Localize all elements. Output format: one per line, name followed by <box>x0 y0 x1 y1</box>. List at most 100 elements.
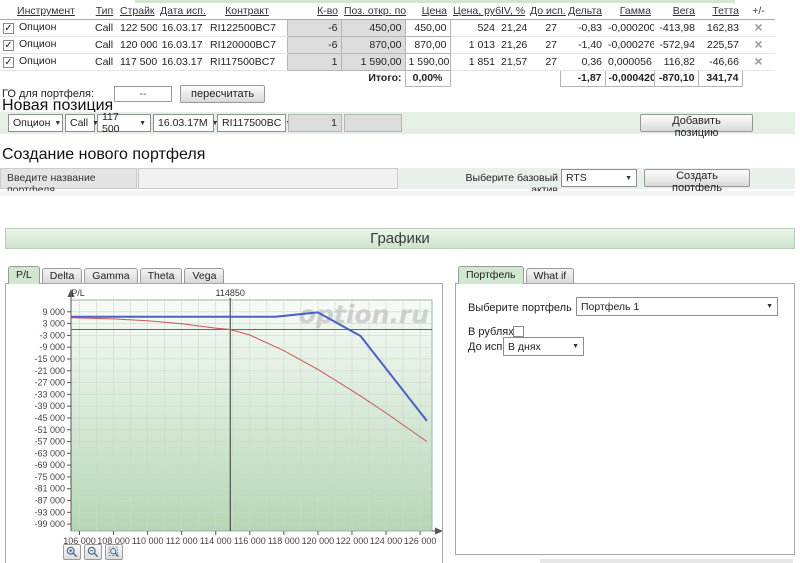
tab-what-if[interactable]: What if <box>525 268 575 284</box>
options-portfolio-page: Инструмент Тип Страйк Дата исп. Контракт К-во… <box>0 0 800 563</box>
cell-type: Call <box>92 19 117 37</box>
cell-theta: -46,66 <box>698 53 742 71</box>
svg-text:-21 000: -21 000 <box>34 366 65 376</box>
chart-panel: 9 000 3 000 -3 000 -9 000 -15 000 -21 000 -27 … <box>5 283 443 563</box>
column-header-1[interactable]: Инструмент <box>0 4 92 20</box>
svg-text:110 000: 110 000 <box>132 536 164 546</box>
cell-open_pos[interactable]: 870,00 <box>340 35 406 54</box>
portfolio-select[interactable]: Портфель 1 ▼ <box>576 297 778 316</box>
column-header-12[interactable]: Дельта <box>560 4 605 20</box>
column-header-16[interactable]: +/- <box>742 4 775 20</box>
svg-text:126 000: 126 000 <box>404 536 437 546</box>
divider-strip <box>0 191 795 196</box>
delete-position-button[interactable]: × <box>754 53 762 69</box>
cell-type: Call <box>92 53 117 71</box>
portfolio-name-label: Введите название портфеля <box>0 168 137 196</box>
column-header-2[interactable]: Тип <box>92 4 117 20</box>
create-portfolio-row: Введите название портфеля Выберите базов… <box>0 168 795 196</box>
option-type-select[interactable]: Call ▼ <box>65 114 99 132</box>
row-checkbox[interactable]: ✓ <box>3 23 14 34</box>
quantity-field[interactable]: 1 <box>288 114 342 132</box>
delete-position-button[interactable]: × <box>754 36 762 52</box>
column-header-14[interactable]: Вега <box>654 4 698 20</box>
portfolio-name-input[interactable] <box>138 168 398 189</box>
top-green-strip <box>135 0 735 3</box>
zoom-out-icon <box>87 546 99 558</box>
column-header-11[interactable]: До исп. <box>527 4 566 20</box>
create-portfolio-button[interactable]: Создать портфель <box>644 169 750 194</box>
pl-chart: 9 000 3 000-3 000 -9 000 -15 000 -21 000 -27 … <box>34 288 442 546</box>
instrument-select[interactable]: Опцион ▼ <box>8 114 63 132</box>
cell-price[interactable]: 450,00 <box>404 18 451 37</box>
days-select[interactable]: В днях ▼ <box>503 337 584 356</box>
cell-gamma: -0,000276 <box>605 36 654 54</box>
cell-qty[interactable]: -6 <box>286 35 342 54</box>
svg-text:-69 000: -69 000 <box>34 460 65 470</box>
column-header-6[interactable]: К-во <box>287 4 341 20</box>
zoom-selection-icon <box>108 546 119 557</box>
delete-position-button[interactable]: × <box>754 19 762 35</box>
cell-strike: 120 000 <box>117 36 157 54</box>
svg-text:-81 000: -81 000 <box>34 484 65 494</box>
cell-price_rub: 524 <box>450 19 498 37</box>
empty-field[interactable] <box>344 114 402 132</box>
zoom-in-icon <box>66 546 78 558</box>
table-row: ✓ Опцион Call 117 500 16.03.17 RI117500BC7 1 1 … <box>0 52 775 71</box>
cell-type: Call <box>92 36 117 54</box>
go-input[interactable] <box>114 86 173 102</box>
tab-gamma[interactable]: Gamma <box>84 268 138 284</box>
svg-text:-63 000: -63 000 <box>34 448 65 458</box>
chart-zoom-toolbar <box>63 544 123 560</box>
tab-theta[interactable]: Theta <box>139 268 183 284</box>
cell-qty[interactable]: 1 <box>286 52 342 71</box>
row-checkbox[interactable]: ✓ <box>3 40 14 51</box>
cell-open_pos[interactable]: 450,00 <box>340 18 406 37</box>
chevron-down-icon: ▼ <box>139 119 146 127</box>
zoom-selection-button[interactable] <box>105 544 123 560</box>
column-header-7[interactable]: Поз. откр. по <box>341 4 406 20</box>
instrument-label: Опцион <box>19 38 57 50</box>
row-checkbox[interactable]: ✓ <box>3 57 14 68</box>
column-header-13[interactable]: Гамма <box>605 4 654 20</box>
svg-text:-9 000: -9 000 <box>39 342 65 352</box>
add-position-button[interactable]: Добавить позицию <box>640 114 753 139</box>
column-header-15[interactable]: Тетта <box>698 4 742 20</box>
cell-delta: -0,83 <box>560 19 605 37</box>
cell-theta: 162,83 <box>698 19 742 37</box>
svg-text:116 000: 116 000 <box>234 536 266 546</box>
expiry-date-select[interactable]: 16.03.17М ▼ <box>153 114 219 132</box>
cell-delta: -1,40 <box>560 36 605 54</box>
column-header-3[interactable]: Страйк <box>117 4 157 20</box>
cell-open_pos[interactable]: 1 590,00 <box>340 52 406 71</box>
total-percent: 0,00% <box>404 69 451 87</box>
cell-delta: 0,36 <box>560 53 605 71</box>
cell-iv: 21,26 <box>498 36 527 54</box>
cell-vega: -413,98 <box>654 19 698 37</box>
tab-портфель[interactable]: Портфель <box>458 266 524 284</box>
column-header-9[interactable]: Цена, руб. <box>450 4 504 20</box>
total-greek: -870,10 <box>653 69 699 87</box>
svg-text:-93 000: -93 000 <box>34 507 65 517</box>
contract-select[interactable]: RI117500BC ▼ <box>217 114 292 132</box>
column-header-5[interactable]: Контракт <box>207 4 287 20</box>
column-header-8[interactable]: Цена <box>405 4 450 20</box>
cell-price[interactable]: 870,00 <box>404 35 451 54</box>
cell-price[interactable]: 1 590,00 <box>404 52 451 71</box>
zoom-out-button[interactable] <box>84 544 102 560</box>
tab-delta[interactable]: Delta <box>41 268 83 284</box>
base-asset-select[interactable]: RTS ▼ <box>561 169 637 187</box>
column-header-10[interactable]: IV, % <box>498 4 527 20</box>
zoom-in-button[interactable] <box>63 544 81 560</box>
column-header-4[interactable]: Дата исп. <box>157 4 207 20</box>
cell-contract: RI117500BC7 <box>207 53 287 71</box>
cell-qty[interactable]: -6 <box>286 18 342 37</box>
instrument-label: Опцион <box>19 55 57 67</box>
recalculate-button[interactable]: пересчитать <box>180 85 266 103</box>
rubles-checkbox[interactable] <box>513 326 524 337</box>
svg-text:120 000: 120 000 <box>302 536 335 546</box>
tab-p-l[interactable]: P/L <box>8 266 40 284</box>
tab-vega[interactable]: Vega <box>184 268 225 284</box>
strike-select[interactable]: 117 500 ▼ <box>97 111 151 135</box>
svg-text:option.ru: option.ru <box>299 300 429 329</box>
svg-text:118 000: 118 000 <box>268 536 300 546</box>
